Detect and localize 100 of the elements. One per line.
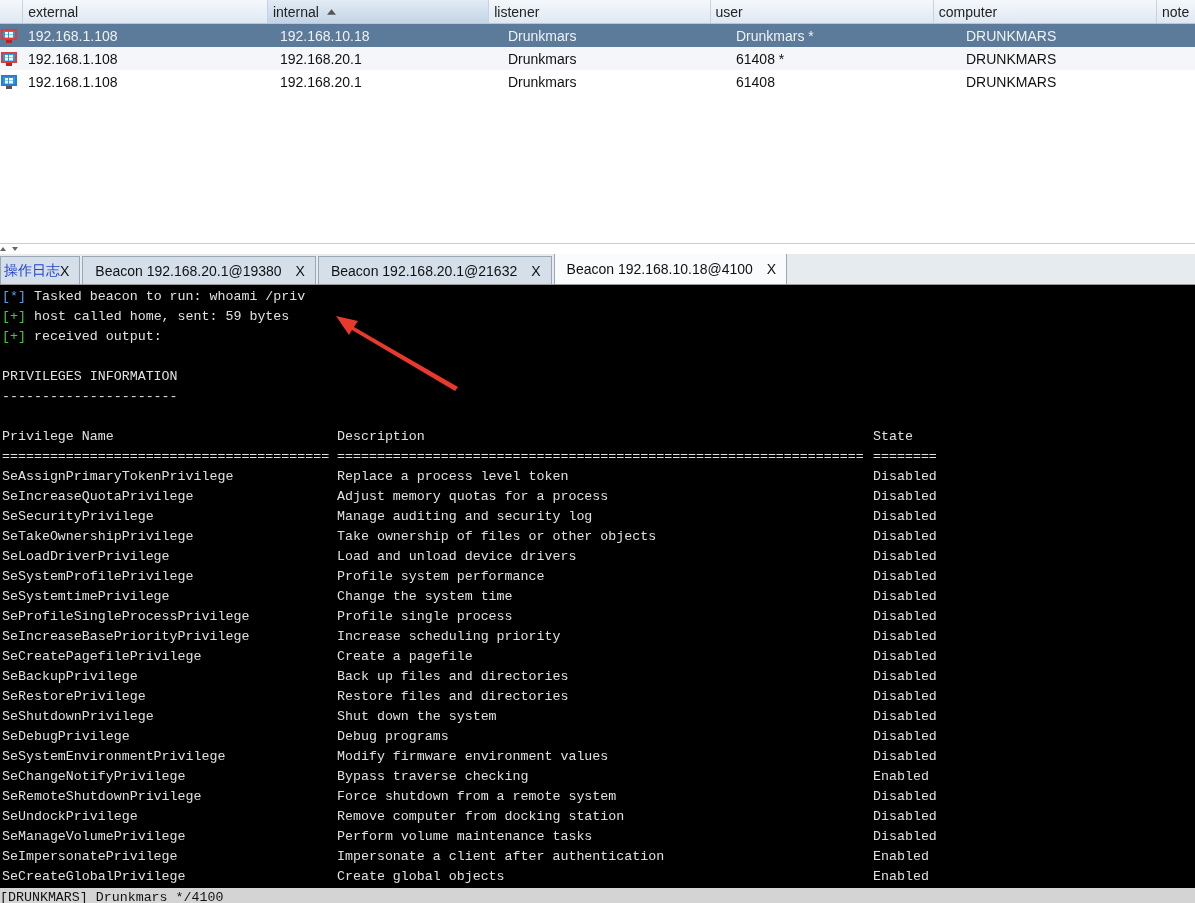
column-header[interactable]: external bbox=[22, 0, 267, 23]
privilege-cell-text: SeSystemtimePrivilege bbox=[2, 588, 171, 606]
console-line: received output: bbox=[33, 329, 162, 344]
privilege-cell-text: Back up files and directories bbox=[337, 668, 570, 686]
privilege-cell-text: Disabled bbox=[873, 468, 937, 486]
privilege-cell-text: Change the system time bbox=[337, 588, 514, 606]
privilege-cell-text: SeManageVolumePrivilege bbox=[2, 828, 187, 846]
privilege-cell-text: SeIncreaseQuotaPrivilege bbox=[2, 488, 195, 506]
console-line: PRIVILEGES INFORMATION bbox=[2, 369, 178, 384]
privilege-cell-text: SeTakeOwnershipPrivilege bbox=[2, 528, 195, 546]
privilege-cell-text: Load and unload device drivers bbox=[337, 548, 578, 566]
table-cell-text: Drunkmars bbox=[507, 73, 578, 90]
privilege-cell-text: Disabled bbox=[873, 628, 937, 646]
privilege-cell-text: Disabled bbox=[873, 728, 937, 746]
table-cell-text: 192.168.1.108 bbox=[27, 50, 119, 67]
privilege-cell-text: Disabled bbox=[873, 748, 937, 766]
privilege-cell-text: SeDebugPrivilege bbox=[2, 728, 131, 746]
privilege-cell-text: SeSecurityPrivilege bbox=[2, 508, 155, 526]
privilege-cell-text: Disabled bbox=[873, 648, 937, 666]
privilege-cell-text: SeIncreaseBasePriorityPrivilege bbox=[2, 628, 251, 646]
separator-line: ======== bbox=[873, 448, 937, 466]
privilege-cell-text: Force shutdown from a remote system bbox=[337, 788, 618, 806]
session-row[interactable]: 192.168.1.108 192.168.10.18 Drunkmars Drunkmars * DRUNKMARS bbox=[0, 24, 1195, 47]
privilege-cell-text: SeSystemProfilePrivilege bbox=[2, 568, 195, 586]
status-bar: [DRUNKMARS] Drunkmars */4100 bbox=[0, 888, 1195, 903]
privilege-cell-text: Enabled bbox=[873, 848, 929, 866]
table-cell-text: 192.168.20.1 bbox=[279, 50, 363, 67]
table-cell-text: Drunkmars bbox=[507, 50, 578, 67]
privilege-cell-text: Disabled bbox=[873, 588, 937, 606]
privilege-cell-text: Disabled bbox=[873, 688, 937, 706]
tab[interactable]: Beacon 192.168.20.1@19380 X bbox=[82, 256, 316, 284]
privilege-cell-text: SeProfileSingleProcessPrivilege bbox=[2, 608, 251, 626]
status-marker: [+] bbox=[2, 309, 26, 324]
column-heading: State bbox=[873, 428, 913, 446]
privilege-cell-text: Disabled bbox=[873, 668, 937, 686]
separator-line: ================================================================== bbox=[337, 448, 865, 466]
privilege-cell-text: Disabled bbox=[873, 488, 937, 506]
table-cell-text: 192.168.20.1 bbox=[279, 73, 363, 90]
privilege-cell-text: Replace a process level token bbox=[337, 468, 570, 486]
privilege-cell-text: SeCreateGlobalPrivilege bbox=[2, 868, 187, 886]
close-tab-button[interactable]: X bbox=[531, 262, 541, 279]
close-tab-button[interactable]: X bbox=[766, 261, 777, 277]
privilege-cell-text: Disabled bbox=[873, 808, 937, 826]
table-cell-text: DRUNKMARS bbox=[965, 73, 1058, 90]
privilege-cell-text: Enabled bbox=[873, 868, 929, 886]
privilege-cell-text: SeCreatePagefilePrivilege bbox=[2, 648, 203, 666]
privilege-cell-text: Shut down the system bbox=[337, 708, 498, 726]
table-cell-text: 61408 * bbox=[735, 50, 786, 67]
table-cell-text: Drunkmars * bbox=[735, 27, 815, 44]
status-marker: [*] bbox=[2, 289, 26, 304]
column-heading: Description bbox=[337, 428, 426, 446]
table-cell-text: 192.168.1.108 bbox=[27, 27, 119, 44]
privilege-cell-text: Adjust memory quotas for a process bbox=[337, 488, 610, 506]
privilege-cell-text: Enabled bbox=[873, 768, 929, 786]
table-cell-text: 192.168.10.18 bbox=[279, 27, 371, 44]
privilege-cell-text: Disabled bbox=[873, 828, 937, 846]
privilege-cell-text: Increase scheduling priority bbox=[337, 628, 562, 646]
privilege-cell-text: SeAssignPrimaryTokenPrivilege bbox=[2, 468, 235, 486]
privilege-cell-text: SeSystemEnvironmentPrivilege bbox=[2, 748, 227, 766]
close-tab-button[interactable]: X bbox=[60, 262, 70, 279]
privilege-cell-text: SeUndockPrivilege bbox=[2, 808, 139, 826]
privilege-cell-text: Disabled bbox=[873, 788, 937, 806]
table-cell-text: 192.168.1.108 bbox=[27, 73, 119, 90]
privilege-cell-text: Profile single process bbox=[337, 608, 514, 626]
privilege-cell-text: Bypass traverse checking bbox=[337, 768, 530, 786]
session-row[interactable]: 192.168.1.108 192.168.20.1 Drunkmars 61408 * DRUNKMARS bbox=[0, 47, 1195, 70]
table-cell-text: DRUNKMARS bbox=[965, 27, 1058, 44]
tab[interactable]: 操作日志X bbox=[0, 256, 81, 284]
tab[interactable]: Beacon 192.168.20.1@21632 X bbox=[317, 256, 552, 284]
status-marker: [+] bbox=[2, 329, 26, 344]
separator-line: ========================================= bbox=[2, 448, 331, 466]
privilege-cell-text: SeImpersonatePrivilege bbox=[2, 848, 179, 866]
privilege-cell-text: Perform volume maintenance tasks bbox=[337, 828, 594, 846]
privilege-cell-text: Disabled bbox=[873, 548, 937, 566]
column-header[interactable]: user bbox=[709, 0, 933, 23]
tab[interactable]: Beacon 192.168.10.18@4100 X bbox=[553, 253, 788, 284]
privilege-cell-text: Take ownership of files or other objects bbox=[337, 528, 658, 546]
privilege-cell-text: Debug programs bbox=[337, 728, 450, 746]
privilege-cell-text: Disabled bbox=[873, 708, 937, 726]
privilege-cell-text: Disabled bbox=[873, 528, 937, 546]
column-header[interactable]: note bbox=[1156, 0, 1195, 23]
column-header[interactable]: listener bbox=[488, 0, 710, 23]
table-cell-text: 61408 bbox=[735, 73, 776, 90]
privilege-cell-text: SeRestorePrivilege bbox=[2, 688, 147, 706]
column-header[interactable]: internal bbox=[266, 0, 489, 23]
console-line: Tasked beacon to run: whoami /priv bbox=[33, 289, 306, 304]
privilege-cell-text: Disabled bbox=[873, 508, 937, 526]
column-header[interactable]: computer bbox=[932, 0, 1157, 23]
privilege-cell-text: Create global objects bbox=[337, 868, 506, 886]
privilege-cell-text: Impersonate a client after authentication bbox=[337, 848, 666, 866]
privilege-cell-text: SeLoadDriverPrivilege bbox=[2, 548, 171, 566]
sort-arrow-icon bbox=[326, 8, 336, 15]
privilege-cell-text: Disabled bbox=[873, 608, 937, 626]
close-tab-button[interactable]: X bbox=[295, 262, 305, 279]
table-cell-text: DRUNKMARS bbox=[965, 50, 1058, 67]
session-row[interactable]: 192.168.1.108 192.168.20.1 Drunkmars 61408 DRUNKMARS bbox=[0, 70, 1195, 93]
privilege-cell-text: Disabled bbox=[873, 568, 937, 586]
collapse-arrows-icon[interactable] bbox=[0, 246, 20, 252]
privilege-cell-text: Modify firmware environment values bbox=[337, 748, 610, 766]
privilege-cell-text: SeChangeNotifyPrivilege bbox=[2, 768, 187, 786]
